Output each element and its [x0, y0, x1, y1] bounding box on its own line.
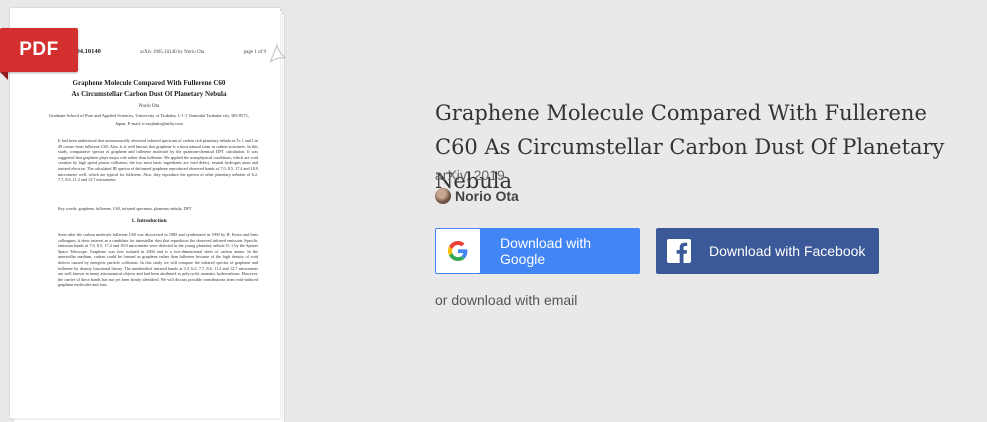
- doc-header-info: arXiv 1905.10140 by Norio Ota: [140, 50, 205, 55]
- doc-body: Soon after the carbon molecule fullerene…: [58, 232, 258, 288]
- doc-affiliation: Graduate School of Pure and Applied Scie…: [48, 113, 250, 126]
- pdf-badge-fold: [0, 72, 8, 80]
- doc-title: Graphene Molecule Compared With Fulleren…: [44, 78, 254, 100]
- doc-keywords: Key words: graphene, fullerene, C60, inf…: [58, 206, 192, 211]
- download-google-label: Download with Google: [499, 235, 592, 267]
- doc-header: 1904.10140 arXiv 1905.10140 by Norio Ota…: [70, 48, 266, 55]
- download-facebook-label: Download with Facebook: [709, 243, 866, 259]
- author-link[interactable]: Norio Ota: [435, 188, 519, 204]
- paper-title: Graphene Molecule Compared With Fulleren…: [435, 101, 945, 193]
- pdf-badge: PDF: [0, 28, 78, 72]
- doc-abstract: It had been understood that astronomical…: [58, 138, 258, 183]
- avatar: [435, 188, 451, 204]
- google-icon: [436, 229, 480, 273]
- doc-section-heading: 1. Introduction: [131, 218, 167, 224]
- doc-title-line: Graphene Molecule Compared With Fulleren…: [72, 79, 226, 87]
- doc-title-line: As Circumstellar Carbon Dust Of Planetar…: [71, 90, 227, 98]
- doc-author: Norio Ota: [138, 104, 160, 109]
- paper-source: arXiv, 2019: [435, 167, 505, 183]
- download-facebook-button[interactable]: Download with Facebook: [656, 228, 879, 274]
- facebook-icon: [657, 229, 701, 273]
- download-google-button[interactable]: Download with Google: [435, 228, 640, 274]
- author-name: Norio Ota: [455, 188, 519, 204]
- download-email-link[interactable]: or download with email: [435, 292, 577, 308]
- doc-page: page 1 of 9: [243, 50, 266, 55]
- acrobat-icon: [269, 43, 287, 63]
